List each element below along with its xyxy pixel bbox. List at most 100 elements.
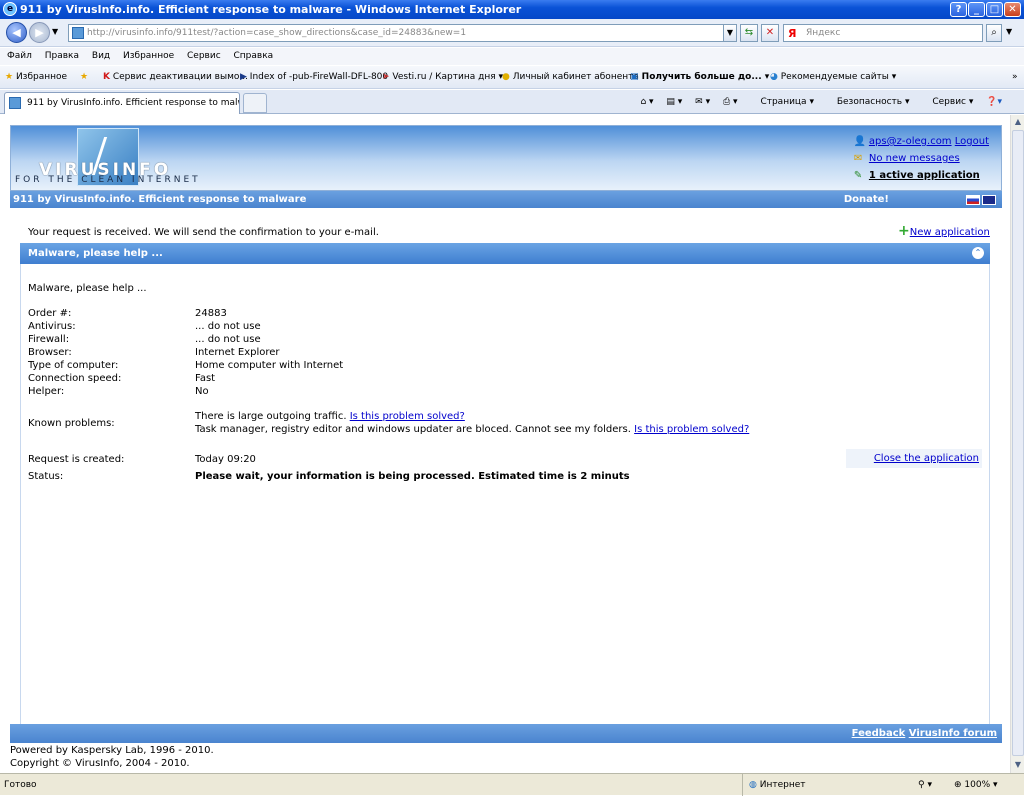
scroll-thumb[interactable] bbox=[1012, 130, 1024, 756]
search-dropdown-icon[interactable]: ▼ bbox=[1006, 27, 1012, 36]
favorite-link-1[interactable]: K Сервис деактивации вымо... bbox=[103, 66, 248, 88]
minimize-window-button[interactable]: _ bbox=[968, 2, 985, 17]
help-window-button[interactable]: ? bbox=[950, 2, 967, 17]
help-icon[interactable]: ❓▾ bbox=[986, 97, 1002, 107]
refresh-button[interactable]: ⇆ bbox=[740, 24, 758, 42]
mail-icon[interactable]: ✉ ▾ bbox=[695, 97, 710, 107]
favorite-link-2[interactable]: ▶ Index of -pub-FireWall-DFL-800 bbox=[240, 66, 389, 88]
field-label-browser: Browser: bbox=[28, 347, 72, 358]
scroll-up-icon[interactable]: ▲ bbox=[1012, 115, 1024, 129]
home-icon[interactable]: ⌂ ▾ bbox=[640, 97, 653, 107]
search-input[interactable]: Я Яндекс bbox=[783, 24, 983, 42]
history-dropdown-icon[interactable]: ▼ bbox=[52, 27, 58, 36]
address-url: http://virusinfo.info/911test/?action=ca… bbox=[87, 28, 467, 38]
zoom-control[interactable]: ⊕ 100% ▾ bbox=[954, 774, 998, 796]
problem-1-solved-link[interactable]: Is this problem solved? bbox=[350, 411, 465, 422]
known-problems-label: Known problems: bbox=[28, 418, 115, 429]
english-flag-icon[interactable] bbox=[982, 195, 996, 205]
user-email-link[interactable]: aps@z-oleg.com bbox=[869, 136, 952, 147]
feeds-icon[interactable]: ▤ ▾ bbox=[666, 97, 682, 107]
site-nav-strip: 911 by VirusInfo.info. Efficient respons… bbox=[10, 191, 1002, 208]
print-icon[interactable]: ⎙ ▾ bbox=[723, 97, 738, 107]
field-label-order: Order #: bbox=[28, 308, 72, 319]
address-dropdown-icon[interactable]: ▼ bbox=[723, 24, 737, 42]
command-tools-label: Сервис bbox=[932, 97, 966, 107]
beeline-icon: ● bbox=[502, 72, 510, 82]
menu-bar: Файл Правка Вид Избранное Сервис Справка bbox=[0, 48, 1024, 65]
favorites-button[interactable]: ★ Избранное bbox=[5, 66, 67, 88]
address-input[interactable]: http://virusinfo.info/911test/?action=ca… bbox=[68, 24, 734, 42]
favorites-overflow-icon[interactable]: » bbox=[1012, 66, 1018, 88]
favorite-link-5[interactable]: ▣ Получить больше до... ▾ bbox=[630, 66, 769, 88]
site-favicon-icon bbox=[72, 27, 84, 39]
menu-favorites[interactable]: Избранное bbox=[123, 51, 174, 61]
logout-link[interactable]: Logout bbox=[955, 136, 989, 147]
menu-edit[interactable]: Правка bbox=[45, 51, 79, 61]
user-panel: 👤 aps@z-oleg.com Logout ✉ No new messages … bbox=[854, 133, 989, 184]
donate-link[interactable]: Donate! bbox=[844, 191, 889, 208]
menu-tools[interactable]: Сервис bbox=[187, 51, 221, 61]
field-label-firewall: Firewall: bbox=[28, 334, 70, 345]
field-label-helper: Helper: bbox=[28, 386, 65, 397]
vertical-scrollbar[interactable]: ▲ ▼ bbox=[1010, 115, 1024, 773]
site-tagline: 911 by VirusInfo.info. Efficient respons… bbox=[13, 194, 307, 205]
add-favorite-icon[interactable]: ★ bbox=[80, 66, 88, 88]
back-button[interactable]: ◀ bbox=[6, 22, 27, 43]
command-tools[interactable]: Сервис ▾ bbox=[922, 97, 973, 107]
site-header: VIRUSINFO FOR THE CLEAN INTERNET 👤 aps@z-… bbox=[10, 125, 1002, 191]
russian-flag-icon[interactable] bbox=[966, 195, 980, 205]
created-label: Request is created: bbox=[28, 454, 125, 465]
dlink-icon: ▶ bbox=[240, 72, 247, 82]
status-value: Please wait, your information is being p… bbox=[195, 471, 630, 482]
created-value: Today 09:20 bbox=[195, 454, 256, 465]
tab-row: 911 by VirusInfo.info. Efficient respons… bbox=[0, 90, 1024, 114]
window-title: 911 by VirusInfo.info. Efficient respons… bbox=[20, 3, 522, 16]
scroll-down-icon[interactable]: ▼ bbox=[1012, 758, 1024, 772]
command-bar: ⌂ ▾ ▤ ▾ ✉ ▾ ⎙ ▾ Страница ▾ Безопасность … bbox=[630, 90, 1002, 114]
field-value-connection: Fast bbox=[195, 373, 216, 384]
menu-view[interactable]: Вид bbox=[92, 51, 110, 61]
command-page[interactable]: Страница ▾ bbox=[750, 97, 814, 107]
messages-link[interactable]: No new messages bbox=[869, 153, 960, 164]
zoom-level: 100% bbox=[964, 780, 991, 790]
favorite-link-2-label: Index of -pub-FireWall-DFL-800 bbox=[249, 72, 389, 82]
favorite-link-3[interactable]: ➤ Vesti.ru / Картина дня ▾ bbox=[382, 66, 503, 88]
field-value-computer-type: Home computer with Internet bbox=[195, 360, 344, 371]
close-application-link[interactable]: Close the application bbox=[874, 453, 979, 464]
favorite-link-4[interactable]: ● Личный кабинет абонента bbox=[502, 66, 639, 88]
favorite-link-4-label: Личный кабинет абонента bbox=[512, 72, 639, 82]
forum-link[interactable]: VirusInfo forum bbox=[909, 728, 997, 739]
vesti-icon: ➤ bbox=[382, 72, 390, 82]
command-safety[interactable]: Безопасность ▾ bbox=[827, 97, 910, 107]
menu-file[interactable]: Файл bbox=[7, 51, 32, 61]
favorite-link-6[interactable]: ◕ Рекомендуемые сайты ▾ bbox=[770, 66, 896, 88]
favorite-link-6-label: Рекомендуемые сайты bbox=[780, 72, 889, 82]
tab-virusinfo[interactable]: 911 by VirusInfo.info. Efficient respons… bbox=[4, 92, 240, 114]
search-placeholder: Яндекс bbox=[806, 28, 841, 38]
tab-favicon-icon bbox=[9, 97, 21, 109]
search-icon[interactable]: ⌕ bbox=[986, 24, 1002, 42]
new-application-link[interactable]: New application bbox=[910, 227, 990, 238]
new-tab-button[interactable] bbox=[243, 93, 267, 113]
problem-2-text: Task manager, registry editor and window… bbox=[195, 424, 631, 435]
favorites-bar: ★ Избранное ★ K Сервис деактивации вымо.… bbox=[0, 66, 1024, 89]
problem-2-solved-link[interactable]: Is this problem solved? bbox=[634, 424, 749, 435]
active-applications-link[interactable]: 1 active application bbox=[869, 170, 980, 181]
favorites-star-icon: ★ bbox=[5, 72, 14, 82]
field-value-browser: Internet Explorer bbox=[195, 347, 280, 358]
feedback-link[interactable]: Feedback bbox=[852, 728, 906, 739]
zone-indicator[interactable]: ◍ Интернет bbox=[742, 774, 806, 796]
favorite-link-5-label: Получить больше до... bbox=[641, 72, 762, 82]
footer-credits: Powered by Kaspersky Lab, 1996 - 2010. C… bbox=[10, 744, 214, 770]
menu-help[interactable]: Справка bbox=[234, 51, 274, 61]
new-application-button[interactable]: +New application bbox=[898, 224, 990, 238]
close-window-button[interactable]: ✕ bbox=[1004, 2, 1021, 17]
tab-title: 911 by VirusInfo.info. Efficient respons… bbox=[27, 98, 240, 108]
collapse-icon[interactable]: ⌃ bbox=[972, 247, 984, 259]
maximize-window-button[interactable]: □ bbox=[986, 2, 1003, 17]
field-value-helper: No bbox=[195, 386, 209, 397]
browser-status-bar: Готово ◍ Интернет ⚲ ▾ ⊕ 100% ▾ bbox=[0, 773, 1024, 796]
protected-mode-icon[interactable]: ⚲ ▾ bbox=[918, 774, 932, 796]
forward-button[interactable]: ▶ bbox=[29, 22, 50, 43]
stop-button[interactable]: ✕ bbox=[761, 24, 779, 42]
